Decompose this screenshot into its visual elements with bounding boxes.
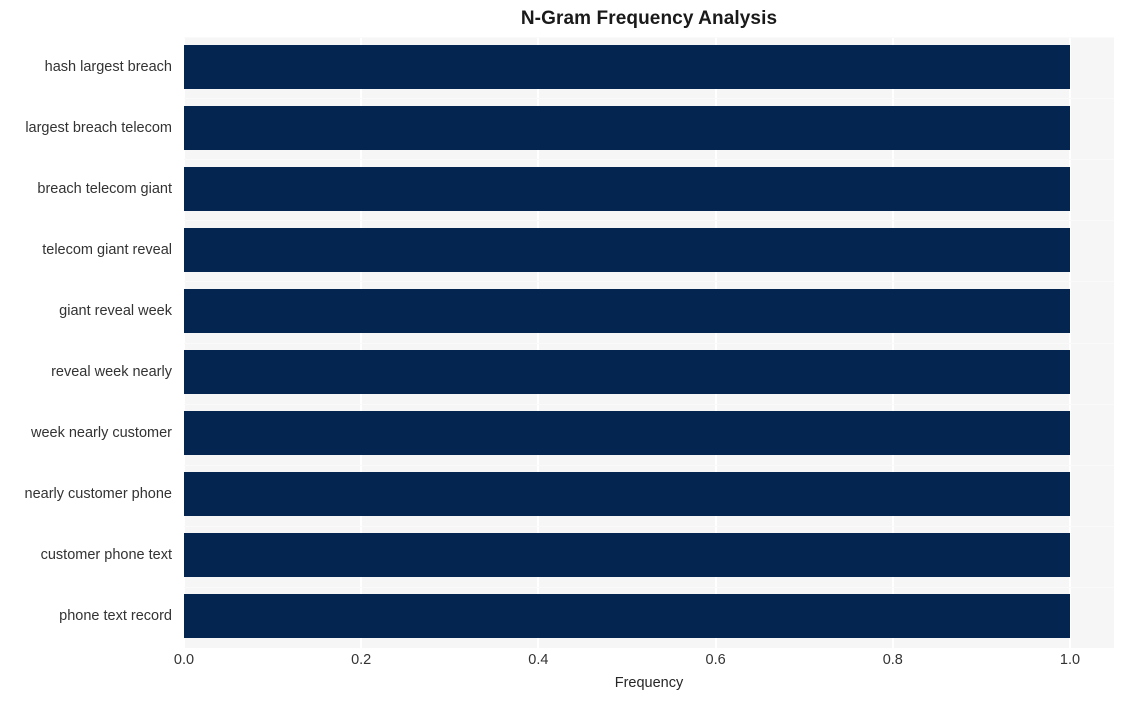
y-tick-label: giant reveal week: [59, 302, 172, 319]
x-tick-label: 1.0: [1059, 652, 1081, 668]
bar: [184, 350, 1070, 395]
bar: [184, 44, 1070, 89]
y-gridline: [184, 465, 1114, 466]
y-gridline: [184, 37, 1114, 38]
y-gridline: [184, 526, 1114, 527]
y-tick-label: reveal week nearly: [51, 364, 172, 381]
x-tick-label: 0.2: [351, 652, 372, 668]
chart-figure: N-Gram Frequency Analysis Frequency hash…: [0, 0, 1124, 701]
x-tick-label: 0.8: [882, 652, 903, 668]
bar: [184, 166, 1070, 211]
chart-title: N-Gram Frequency Analysis: [520, 8, 778, 29]
y-gridline: [184, 343, 1114, 344]
x-tick-label: 0.6: [705, 652, 726, 668]
x-axis-label: Frequency: [614, 675, 684, 691]
plot-area: [184, 37, 1114, 648]
y-tick-label: largest breach telecom: [25, 119, 172, 136]
y-gridline: [184, 220, 1114, 221]
y-tick-label: nearly customer phone: [24, 486, 173, 503]
bar: [184, 105, 1070, 150]
bar: [184, 533, 1070, 578]
y-tick-label: customer phone text: [40, 547, 172, 564]
y-gridline: [184, 98, 1114, 99]
y-gridline: [184, 281, 1114, 282]
x-tick-label: 0.0: [173, 652, 195, 668]
y-tick-label: telecom giant reveal: [42, 241, 172, 258]
bar: [184, 472, 1070, 517]
y-tick-label: breach telecom giant: [37, 180, 172, 197]
bar: [184, 227, 1070, 272]
bar: [184, 594, 1070, 639]
y-tick-label: hash largest breach: [44, 58, 172, 75]
bar: [184, 411, 1070, 456]
y-tick-label: week nearly customer: [30, 425, 172, 442]
y-gridline: [184, 587, 1114, 588]
y-gridline: [184, 159, 1114, 160]
y-gridline: [184, 404, 1114, 405]
bar: [184, 288, 1070, 333]
x-tick-label: 0.4: [528, 652, 549, 668]
y-tick-label: phone text record: [59, 608, 172, 625]
